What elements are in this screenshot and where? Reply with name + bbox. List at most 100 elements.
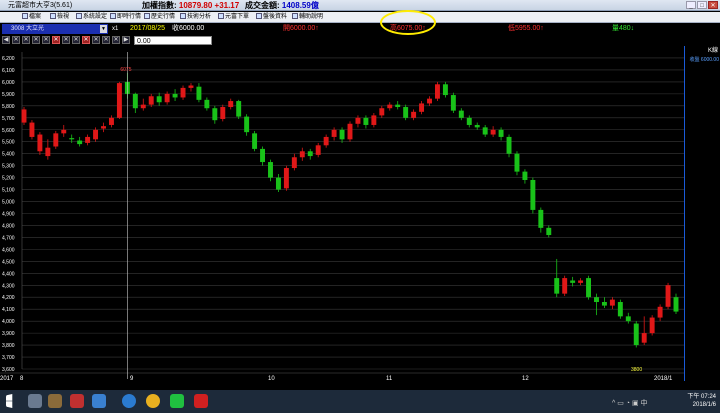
start-button-icon[interactable] <box>6 394 13 408</box>
candle-up <box>387 104 393 109</box>
candle-up <box>355 117 361 124</box>
candle-up <box>29 122 35 137</box>
minimize-button[interactable]: _ <box>686 1 696 9</box>
store-icon[interactable] <box>92 394 106 408</box>
menu-afterhours[interactable]: 盤後資料 <box>256 12 287 23</box>
candle-up <box>108 117 114 125</box>
indicator-panel: K線 收盤 6000.00 <box>684 46 720 381</box>
y-tick-label: 4,300 <box>2 283 15 289</box>
edge-icon[interactable] <box>122 394 136 408</box>
candle-down <box>498 129 504 137</box>
x-tick-label: 9 <box>130 376 134 381</box>
candle-up <box>140 104 146 109</box>
y-tick-label: 4,900 <box>2 211 15 217</box>
zoom-icon[interactable]: ✕ <box>22 36 30 44</box>
y-tick-label: 4,500 <box>2 259 15 265</box>
back-icon[interactable]: ◀ <box>2 36 10 44</box>
y-tick-label: 5,600 <box>2 128 15 134</box>
y-axis-ticks: 3,600 3,700 3,800 3,900 4,000 4,100 4,200 4,300… <box>2 56 15 373</box>
price-input[interactable]: 0.00 <box>134 36 212 45</box>
candle-down <box>252 133 258 149</box>
y-tick-label: 5,900 <box>2 92 15 98</box>
dropdown-arrow-icon[interactable]: ▼ <box>100 25 107 33</box>
turnover-quote: 成交金額: 1408.59億 <box>245 0 319 11</box>
candle-up <box>220 107 226 119</box>
refresh-icon[interactable]: ✕ <box>102 36 110 44</box>
y-tick-label: 5,500 <box>2 140 15 146</box>
candle-down <box>212 108 218 121</box>
cursor-icon[interactable]: ✕ <box>12 36 20 44</box>
candle-up <box>578 280 584 283</box>
candle-down <box>625 316 631 322</box>
period-multiplier[interactable]: x1 <box>112 24 118 34</box>
candle-up <box>562 278 568 294</box>
candle-down <box>554 278 560 294</box>
help-icon <box>292 13 298 19</box>
stock-selector[interactable]: 3008 大立光 ▼ <box>2 24 108 34</box>
candle-up <box>93 129 99 140</box>
indicator-icon[interactable]: ✕ <box>52 36 60 44</box>
indicator-header: K線 <box>707 48 718 54</box>
x-axis: 2017 8 9 10 11 12 2018/1 <box>0 372 684 381</box>
candle-up <box>101 126 106 129</box>
candles[interactable] <box>21 72 679 348</box>
candle-down <box>69 138 75 140</box>
menu-file[interactable]: 檔案 <box>22 12 41 23</box>
realtime-icon <box>110 13 116 19</box>
index-label: 加權指數: <box>142 1 177 10</box>
trading-app-icon[interactable] <box>194 394 208 408</box>
chrome-icon[interactable] <box>146 394 160 408</box>
y-tick-label: 5,100 <box>2 188 15 194</box>
menu-history[interactable]: 歷史行情 <box>144 12 175 23</box>
kline-svg[interactable]: 3,600 3,700 3,800 3,900 4,000 4,100 4,200 4,300… <box>0 46 684 381</box>
candle-up <box>228 101 234 108</box>
candle-up <box>649 317 655 334</box>
candle-up <box>164 93 170 103</box>
candle-up <box>315 145 321 155</box>
candle-up <box>657 306 663 318</box>
clock[interactable]: 下午 07:24 2018/1/6 <box>687 393 716 409</box>
candle-down <box>307 151 313 157</box>
high-price-highlight <box>380 10 436 35</box>
menu-technical[interactable]: 技術分析 <box>180 12 211 23</box>
menu-view[interactable]: 檢視 <box>50 12 69 23</box>
candle-up <box>37 134 43 152</box>
candle-down <box>275 177 281 190</box>
x-tick-label: 11 <box>386 376 393 381</box>
turnover-value: 1408.59億 <box>281 1 319 10</box>
candle-down <box>570 280 576 283</box>
alert-icon[interactable]: ✕ <box>82 36 90 44</box>
candle-down <box>514 153 520 172</box>
quote-close: 收6000.00 <box>172 25 205 32</box>
order-icon <box>218 13 224 19</box>
line-icon[interactable] <box>170 394 184 408</box>
candle-down <box>204 99 210 109</box>
candle-up <box>85 136 91 143</box>
menu-order[interactable]: 元富下單 <box>218 12 249 23</box>
menu-settings[interactable]: 系統設定 <box>76 12 107 23</box>
y-tick-label: 4,000 <box>2 319 15 325</box>
close-button[interactable]: ✕ <box>708 1 718 9</box>
candle-up <box>299 151 305 158</box>
file-explorer-icon[interactable] <box>48 394 62 408</box>
menu-realtime[interactable]: 即時行情 <box>110 12 141 23</box>
candle-up <box>641 333 647 343</box>
draw-tool-icon[interactable]: ✕ <box>42 36 50 44</box>
period-icon[interactable]: ✕ <box>62 36 70 44</box>
system-tray[interactable]: ^ ▭ ◔ ▣ 中 <box>612 398 648 408</box>
tool-icon[interactable]: ✕ <box>72 36 80 44</box>
cortana-icon[interactable] <box>28 394 42 408</box>
y-tick-label: 6,200 <box>2 56 15 62</box>
forward-icon[interactable]: ▶ <box>122 36 130 44</box>
line-tool-icon[interactable]: ✕ <box>32 36 40 44</box>
print-icon[interactable]: ✕ <box>112 36 120 44</box>
maximize-button[interactable]: □ <box>697 1 707 9</box>
candle-up <box>411 111 417 118</box>
menu-help[interactable]: 輔助說明 <box>292 12 323 23</box>
candle-up <box>371 115 377 125</box>
app-icon[interactable] <box>70 394 84 408</box>
y-tick-label: 3,600 <box>2 367 15 373</box>
settings-tool-icon[interactable]: ✕ <box>92 36 100 44</box>
kline-chart[interactable]: 3,600 3,700 3,800 3,900 4,000 4,100 4,200 4,300… <box>0 46 720 381</box>
index-value: 10879.80 <box>178 1 213 10</box>
